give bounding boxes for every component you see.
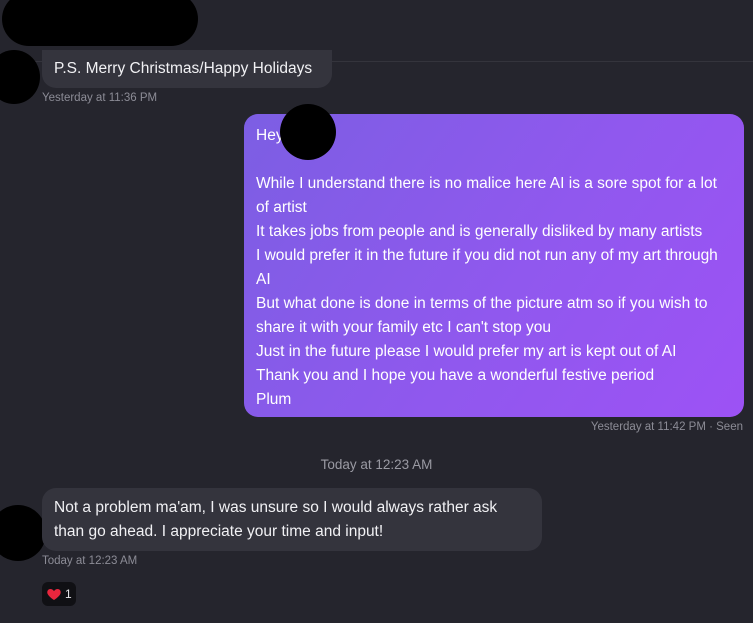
redacted-name-header xyxy=(2,0,198,46)
message-line: It takes jobs from people and is general… xyxy=(256,223,703,240)
reaction-count: 1 xyxy=(65,587,72,601)
day-separator: Today at 12:23 AM xyxy=(320,457,433,472)
message-text: P.S. Merry Christmas/Happy Holidays xyxy=(54,60,313,77)
message-timestamp: Yesterday at 11:36 PM xyxy=(42,92,158,104)
message-line: Thank you and I hope you have a wonderfu… xyxy=(256,367,655,384)
message-text: Not a problem ma'am, I was unsure so I w… xyxy=(54,499,498,540)
message-line: Just in the future please I would prefer… xyxy=(256,343,677,360)
incoming-message-bubble[interactable]: P.S. Merry Christmas/Happy Holidays xyxy=(42,50,332,88)
message-line: While I understand there is no malice he… xyxy=(256,175,722,216)
avatar-redacted xyxy=(0,505,46,561)
message-timestamp-seen: Yesterday at 11:42 PM · Seen xyxy=(590,421,743,433)
reaction-badge[interactable]: 1 xyxy=(42,582,76,606)
incoming-message-bubble[interactable]: Not a problem ma'am, I was unsure so I w… xyxy=(42,488,542,551)
outgoing-message-bubble[interactable]: Hey While I understand there is no malic… xyxy=(244,114,744,417)
message-line: I would prefer it in the future if you d… xyxy=(256,247,722,288)
avatar-redacted xyxy=(0,50,40,104)
heart-icon xyxy=(47,589,61,600)
message-timestamp: Today at 12:23 AM xyxy=(42,555,138,567)
message-line: But what done is done in terms of the pi… xyxy=(256,295,712,336)
redacted-name-inline xyxy=(280,104,336,160)
message-line: Plum xyxy=(256,391,292,408)
